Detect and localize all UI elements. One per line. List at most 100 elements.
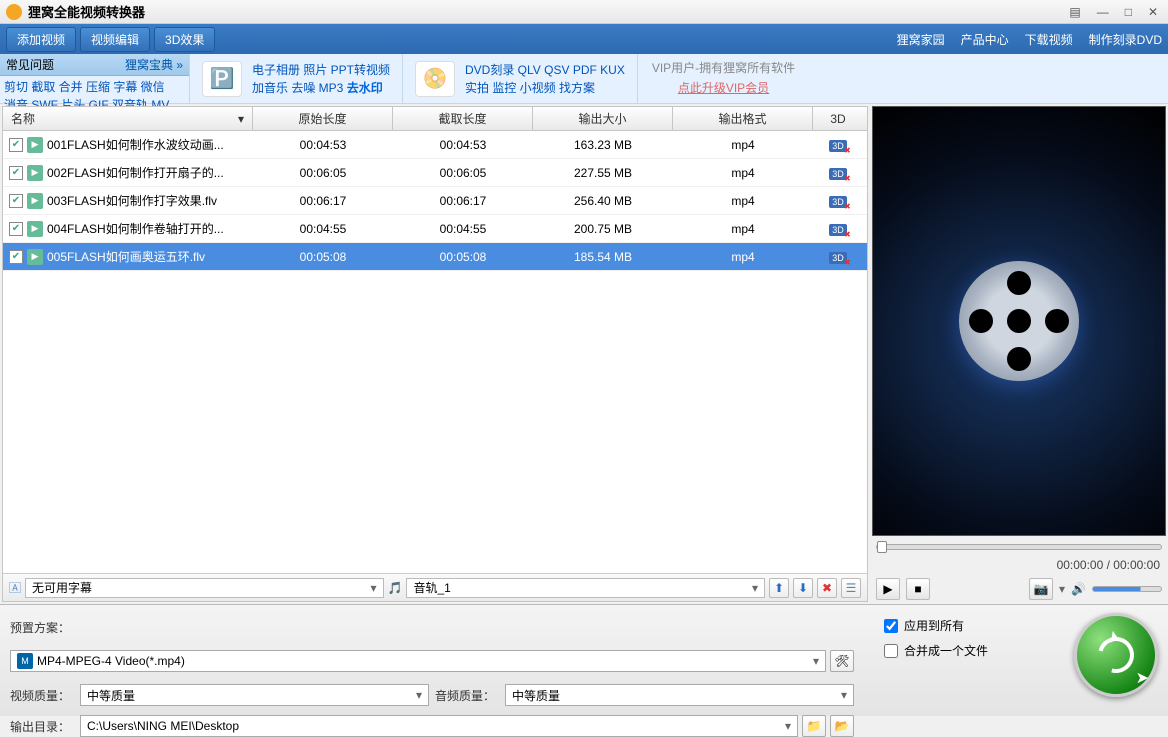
snapshot-button[interactable]: 📷 bbox=[1029, 578, 1053, 600]
video-file-icon: ▶ bbox=[27, 137, 43, 153]
row-checkbox[interactable]: ✔ bbox=[9, 222, 23, 236]
seek-thumb[interactable] bbox=[877, 541, 887, 553]
play-button[interactable]: ▶ bbox=[876, 578, 900, 600]
seek-bar[interactable] bbox=[872, 540, 1166, 554]
browse-folder-button[interactable]: 📁 bbox=[802, 715, 826, 737]
cut-length: 00:06:05 bbox=[393, 166, 533, 180]
preset-select[interactable]: MMP4-MPEG-4 Video(*.mp4)▾ bbox=[10, 650, 826, 672]
main-area: 名称▾ 原始长度 截取长度 输出大小 输出格式 3D ✔▶001FLASH如何制… bbox=[0, 104, 1168, 604]
table-row[interactable]: ✔▶002FLASH如何制作打开扇子的...00:06:0500:06:0522… bbox=[3, 159, 867, 187]
chevron-down-icon: ▾ bbox=[841, 688, 847, 702]
3d-badge-icon: 3D bbox=[829, 168, 847, 180]
vip-panel: VIP用户-拥有狸窝所有软件 点此升级VIP会员 bbox=[638, 59, 809, 97]
preset-settings-button[interactable]: 🛠 bbox=[830, 650, 854, 672]
group1-line2a: 加音乐 去噪 MP3 bbox=[252, 81, 347, 95]
move-up-button[interactable]: ⬆ bbox=[769, 578, 789, 598]
subtitle-icon: 🄰 bbox=[9, 579, 21, 596]
col-output-format[interactable]: 输出格式 bbox=[673, 107, 813, 130]
output-size: 200.75 MB bbox=[533, 222, 673, 236]
open-folder-button[interactable]: 📂 bbox=[830, 715, 854, 737]
3d-cell[interactable]: 3D bbox=[813, 222, 863, 236]
snapshot-dropdown-icon[interactable]: ▾ bbox=[1059, 582, 1065, 596]
clear-all-button[interactable]: ☰ bbox=[841, 578, 861, 598]
link-download[interactable]: 下载视频 bbox=[1025, 31, 1073, 48]
col-output-size[interactable]: 输出大小 bbox=[533, 107, 673, 130]
3d-effect-button[interactable]: 3D效果 bbox=[154, 27, 215, 52]
col-name[interactable]: 名称▾ bbox=[3, 107, 253, 130]
chevron-down-icon: ▾ bbox=[785, 719, 791, 733]
minimize-icon[interactable]: — bbox=[1093, 5, 1113, 19]
video-file-icon: ▶ bbox=[27, 193, 43, 209]
feature-group-dvd[interactable]: 📀 DVD刻录 QLV QSV PDF KUX 实拍 监控 小视频 找方案 bbox=[403, 54, 638, 103]
group1-line2b: 去水印 bbox=[347, 81, 383, 95]
app-logo-icon bbox=[6, 4, 22, 20]
apply-to-all-checkbox[interactable]: 应用到所有 bbox=[884, 617, 1044, 634]
convert-button[interactable]: ➤ bbox=[1074, 613, 1158, 697]
phone-dvd-icon: 📀 bbox=[415, 61, 455, 97]
video-edit-button[interactable]: 视频编辑 bbox=[80, 27, 150, 52]
output-size: 185.54 MB bbox=[533, 250, 673, 264]
output-format: mp4 bbox=[673, 138, 813, 152]
vip-upgrade-link[interactable]: 点此升级VIP会员 bbox=[652, 79, 795, 98]
cursor-icon: ➤ bbox=[1136, 668, 1149, 688]
3d-cell[interactable]: 3D bbox=[813, 138, 863, 152]
audio-quality-select[interactable]: 中等质量▾ bbox=[505, 684, 854, 706]
faq-baodian-link[interactable]: 狸窝宝典 » bbox=[125, 56, 183, 73]
mp4-icon: M bbox=[17, 653, 33, 669]
menu-icon[interactable]: ▤ bbox=[1065, 5, 1084, 19]
file-name: 005FLASH如何画奥运五环.flv bbox=[47, 248, 205, 265]
video-file-icon: ▶ bbox=[27, 165, 43, 181]
3d-cell[interactable]: 3D bbox=[813, 166, 863, 180]
table-body: ✔▶001FLASH如何制作水波纹动画...00:04:5300:04:5316… bbox=[3, 131, 867, 573]
vip-text1: VIP用户-拥有狸窝所有软件 bbox=[652, 59, 795, 78]
file-name: 003FLASH如何制作打字效果.flv bbox=[47, 192, 217, 209]
audio-quality-label: 音频质量： bbox=[435, 687, 499, 704]
list-bottombar: 🄰 无可用字幕▾ 🎵 音轨_1▾ ⬆ ⬇ ✖ ☰ bbox=[3, 573, 867, 601]
table-row[interactable]: ✔▶003FLASH如何制作打字效果.flv00:06:1700:06:1725… bbox=[3, 187, 867, 215]
app-title: 狸窝全能视频转换器 bbox=[28, 2, 145, 21]
remove-button[interactable]: ✖ bbox=[817, 578, 837, 598]
move-down-button[interactable]: ⬇ bbox=[793, 578, 813, 598]
video-quality-label: 视频质量： bbox=[10, 687, 74, 704]
row-checkbox[interactable]: ✔ bbox=[9, 166, 23, 180]
orig-length: 00:06:05 bbox=[253, 166, 393, 180]
merge-into-one-checkbox[interactable]: 合并成一个文件 bbox=[884, 642, 1044, 659]
table-row[interactable]: ✔▶001FLASH如何制作水波纹动画...00:04:5300:04:5316… bbox=[3, 131, 867, 159]
output-format: mp4 bbox=[673, 166, 813, 180]
video-quality-select[interactable]: 中等质量▾ bbox=[80, 684, 429, 706]
audio-track-select[interactable]: 音轨_1▾ bbox=[406, 578, 765, 598]
file-name: 001FLASH如何制作水波纹动画... bbox=[47, 136, 224, 153]
film-reel-icon bbox=[959, 261, 1079, 381]
table-header: 名称▾ 原始长度 截取长度 输出大小 输出格式 3D bbox=[3, 107, 867, 131]
titlebar: 狸窝全能视频转换器 ▤ — □ ✕ bbox=[0, 0, 1168, 24]
play-controls: ▶ ■ 📷 ▾ 🔊 bbox=[872, 576, 1166, 602]
volume-slider[interactable] bbox=[1092, 586, 1162, 592]
volume-icon[interactable]: 🔊 bbox=[1071, 582, 1086, 596]
col-3d[interactable]: 3D bbox=[813, 107, 863, 130]
orig-length: 00:06:17 bbox=[253, 194, 393, 208]
orig-length: 00:05:08 bbox=[253, 250, 393, 264]
close-icon[interactable]: ✕ bbox=[1144, 5, 1162, 19]
maximize-icon[interactable]: □ bbox=[1121, 5, 1136, 19]
feature-group-album[interactable]: 🅿️ 电子相册 照片 PPT转视频 加音乐 去噪 MP3 去水印 bbox=[190, 54, 403, 103]
table-row[interactable]: ✔▶005FLASH如何画奥运五环.flv00:05:0800:05:08185… bbox=[3, 243, 867, 271]
row-checkbox[interactable]: ✔ bbox=[9, 138, 23, 152]
stop-button[interactable]: ■ bbox=[906, 578, 930, 600]
table-row[interactable]: ✔▶004FLASH如何制作卷轴打开的...00:04:5500:04:5520… bbox=[3, 215, 867, 243]
output-size: 227.55 MB bbox=[533, 166, 673, 180]
link-home[interactable]: 狸窝家园 bbox=[897, 31, 945, 48]
file-name: 004FLASH如何制作卷轴打开的... bbox=[47, 220, 224, 237]
add-video-button[interactable]: 添加视频 bbox=[6, 27, 76, 52]
row-checkbox[interactable]: ✔ bbox=[9, 250, 23, 264]
link-products[interactable]: 产品中心 bbox=[961, 31, 1009, 48]
faq-panel: 常见问题 狸窝宝典 » 剪切 截取 合并 压缩 字幕 微信 消音 SWF 片头 … bbox=[0, 54, 190, 103]
col-cut-length[interactable]: 截取长度 bbox=[393, 107, 533, 130]
subtitle-select[interactable]: 无可用字幕▾ bbox=[25, 578, 384, 598]
output-dir-field[interactable]: C:\Users\NING MEI\Desktop▾ bbox=[80, 715, 798, 737]
3d-cell[interactable]: 3D bbox=[813, 194, 863, 208]
3d-cell[interactable]: 3D bbox=[813, 250, 863, 264]
col-orig-length[interactable]: 原始长度 bbox=[253, 107, 393, 130]
row-checkbox[interactable]: ✔ bbox=[9, 194, 23, 208]
link-dvd[interactable]: 制作刻录DVD bbox=[1089, 31, 1162, 48]
video-preview bbox=[872, 106, 1166, 536]
